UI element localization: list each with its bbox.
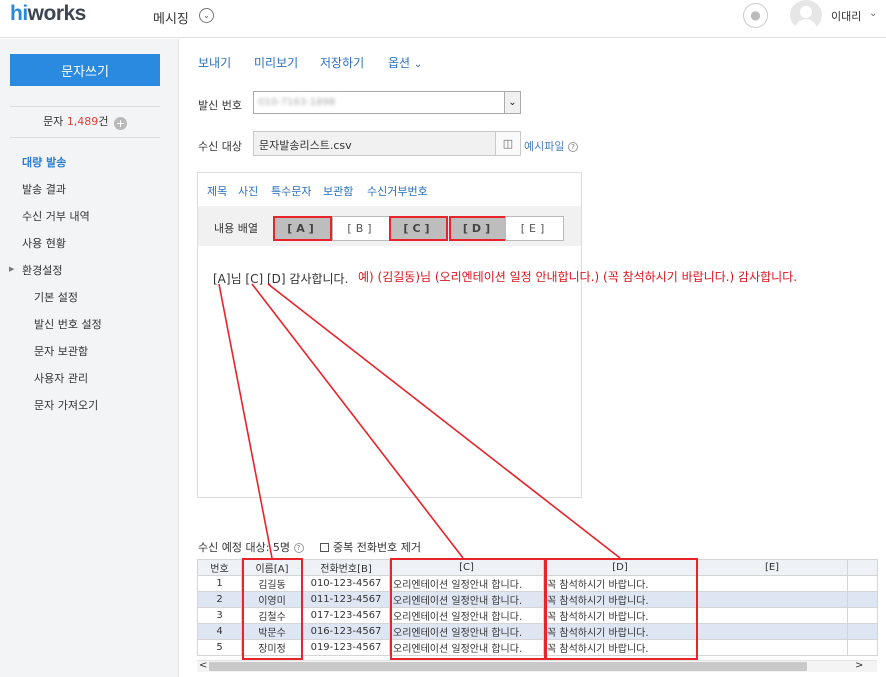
annotation-lines (218, 283, 621, 559)
line-d-to-d (267, 283, 621, 559)
line-a-to-name (218, 283, 273, 559)
line-c-to-c (251, 283, 464, 559)
